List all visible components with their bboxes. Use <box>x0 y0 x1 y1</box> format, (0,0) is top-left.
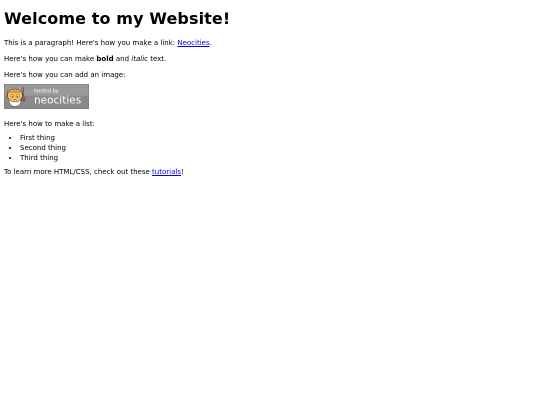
hosted-by-neocities-badge[interactable]: hosted by neocities <box>4 84 89 109</box>
formatting-mid: and <box>113 55 132 63</box>
paragraph-intro-text: This is a paragraph! Here's how you make… <box>4 39 178 47</box>
paragraph-intro: This is a paragraph! Here's how you make… <box>4 38 536 48</box>
page-title: Welcome to my Website! <box>4 9 231 28</box>
paragraph-learn-more: To learn more HTML/CSS, check out these … <box>4 167 536 177</box>
paragraph-formatting: Here's how you can make bold and italic … <box>4 54 536 64</box>
list-item: Third thing <box>20 153 536 163</box>
bold-text: bold <box>96 55 114 63</box>
badge-container: hosted by neocities <box>4 84 536 110</box>
learn-more-text: To learn more HTML/CSS, check out these <box>4 168 153 176</box>
list-item: Second thing <box>20 143 536 153</box>
list-item: First thing <box>20 133 536 143</box>
paragraph-image: Here's how you can add an image: <box>4 71 126 79</box>
italic-text: italic <box>131 55 148 63</box>
formatting-end: text. <box>147 55 167 63</box>
example-list: First thing Second thing Third thing <box>4 133 536 163</box>
neocities-link[interactable]: Neocities <box>177 39 209 47</box>
paragraph-list-intro: Here's how to make a list: <box>4 120 95 128</box>
formatting-pre: Here's how you can make <box>4 55 97 63</box>
badge-neocities-text: neocities <box>34 95 81 107</box>
paragraph-intro-end: . <box>209 39 212 47</box>
page: Welcome to my Website! This is a paragra… <box>0 0 540 405</box>
tutorials-link[interactable]: tutorials <box>152 168 181 176</box>
learn-more-end: ! <box>180 168 184 176</box>
